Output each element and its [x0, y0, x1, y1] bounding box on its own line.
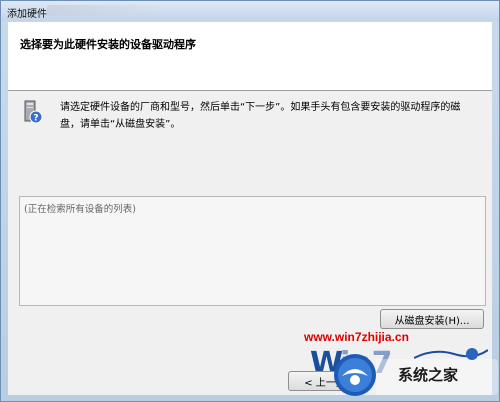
list-placeholder: (正在检索所有设备的列表) [24, 204, 136, 215]
svg-text:?: ? [33, 114, 38, 124]
site-logo-icon [334, 354, 376, 396]
instruction-text: 请选定硬件设备的厂商和型号，然后单击“下一步”。如果手头有包含要安装的驱动程序的… [60, 102, 461, 130]
titlebar[interactable]: 添加硬件 [1, 1, 499, 21]
device-list[interactable]: (正在检索所有设备的列表) [19, 196, 486, 306]
wizard-header: 选择要为此硬件安装的设备驱动程序 [8, 22, 492, 91]
page-title: 选择要为此硬件安装的设备驱动程序 [20, 38, 196, 51]
swirl-icon [414, 348, 488, 360]
window-title: 添加硬件 [7, 9, 47, 20]
hardware-icon: ? [24, 100, 43, 124]
title-ghost-text [47, 5, 167, 16]
site-name: 系统之家 [398, 366, 459, 384]
have-disk-button[interactable]: 从磁盘安装(H)... [380, 309, 484, 329]
watermark-url: www.win7zhijia.cn [304, 330, 409, 344]
add-hardware-dialog: 添加硬件 选择要为此硬件安装的设备驱动程序 ? 请选定硬件设备的厂商和型号，然后… [0, 0, 500, 402]
